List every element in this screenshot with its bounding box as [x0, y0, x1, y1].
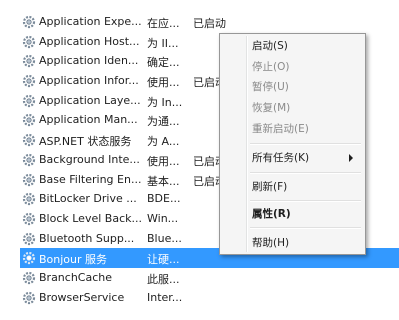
gear-icon — [22, 173, 36, 186]
service-name: BranchCache — [39, 270, 113, 284]
gear-icon — [22, 193, 36, 206]
menu-item-pause[interactable]: 暂停(U) — [252, 78, 289, 96]
menu-item-refresh[interactable]: 刷新(F) — [252, 178, 287, 196]
service-name: ASP.NET 状态服务 — [39, 135, 132, 149]
service-description: Inter... — [147, 290, 183, 304]
service-name: Application Expe... — [39, 15, 142, 28]
gear-icon — [22, 15, 36, 29]
chevron-right-icon — [349, 154, 353, 162]
service-name: Application Man... — [39, 113, 138, 127]
menu-separator — [250, 200, 361, 202]
gear-icon — [22, 252, 36, 265]
service-name: Application Laye... — [39, 93, 141, 107]
gear-icon — [22, 212, 36, 225]
service-description: 在应... — [147, 17, 180, 30]
service-name: BitLocker Drive ... — [39, 192, 137, 206]
gear-icon — [22, 35, 36, 48]
service-description: 为 In... — [147, 95, 183, 109]
service-description: 确定... — [147, 56, 180, 70]
menu-item-properties[interactable]: 属性(R) — [252, 205, 291, 223]
gear-icon — [22, 114, 36, 127]
menu-separator — [250, 143, 361, 145]
service-name: Application Iden... — [39, 54, 139, 68]
gear-icon — [22, 55, 36, 68]
gear-icon — [22, 232, 36, 245]
service-name: Application Infor... — [39, 74, 139, 88]
service-name: BrowserService — [39, 290, 125, 304]
menu-separator — [250, 172, 361, 174]
menu-item-stop[interactable]: 停止(O) — [252, 58, 289, 76]
service-row[interactable]: BranchCache 此服... — [20, 268, 399, 288]
menu-item-help[interactable]: 帮助(H) — [252, 234, 289, 252]
service-name: Base Filtering En... — [39, 172, 142, 186]
menu-item-start[interactable]: 启动(S) — [252, 37, 288, 55]
service-name: Bonjour 服务 — [39, 253, 108, 267]
context-menu: 启动(S) 停止(O) 暂停(U) 恢复(M) 重新启动(E) 所有任务(K) … — [219, 33, 366, 255]
service-description: 使用... — [147, 154, 180, 168]
menu-gutter — [246, 36, 248, 252]
gear-icon — [22, 291, 36, 304]
service-description: BDE... — [147, 192, 181, 206]
service-row[interactable]: BrowserService Inter... — [20, 288, 399, 308]
service-description: 为通... — [147, 115, 180, 129]
service-name: Bluetooth Supp... — [39, 231, 135, 245]
gear-icon — [22, 94, 36, 107]
service-row[interactable]: Application Expe... 在应... 已启动 — [20, 12, 399, 32]
service-description: 使用... — [147, 76, 180, 90]
gear-icon — [22, 153, 36, 166]
service-status: 已启动 — [193, 17, 226, 30]
service-name: Background Inte... — [39, 152, 140, 166]
menu-item-all-tasks[interactable]: 所有任务(K) — [252, 149, 309, 167]
service-name: Application Host... — [39, 34, 140, 48]
service-description: 为 II... — [147, 36, 179, 50]
service-description: 为 A... — [147, 135, 180, 149]
gear-icon — [22, 134, 36, 147]
gear-icon — [22, 74, 36, 88]
gear-icon — [22, 271, 36, 285]
service-description: 基本... — [147, 174, 180, 188]
services-window: Application Expe... 在应... 已启动 Applicatio… — [0, 0, 399, 320]
menu-separator — [250, 227, 361, 229]
service-description: Win... — [147, 211, 179, 225]
menu-item-resume[interactable]: 恢复(M) — [252, 99, 290, 117]
menu-item-restart[interactable]: 重新启动(E) — [252, 120, 309, 138]
service-description: 让硬... — [147, 253, 180, 267]
service-name: Block Level Back... — [39, 211, 142, 225]
service-description: Blue... — [147, 231, 182, 245]
service-description: 此服... — [147, 272, 180, 286]
